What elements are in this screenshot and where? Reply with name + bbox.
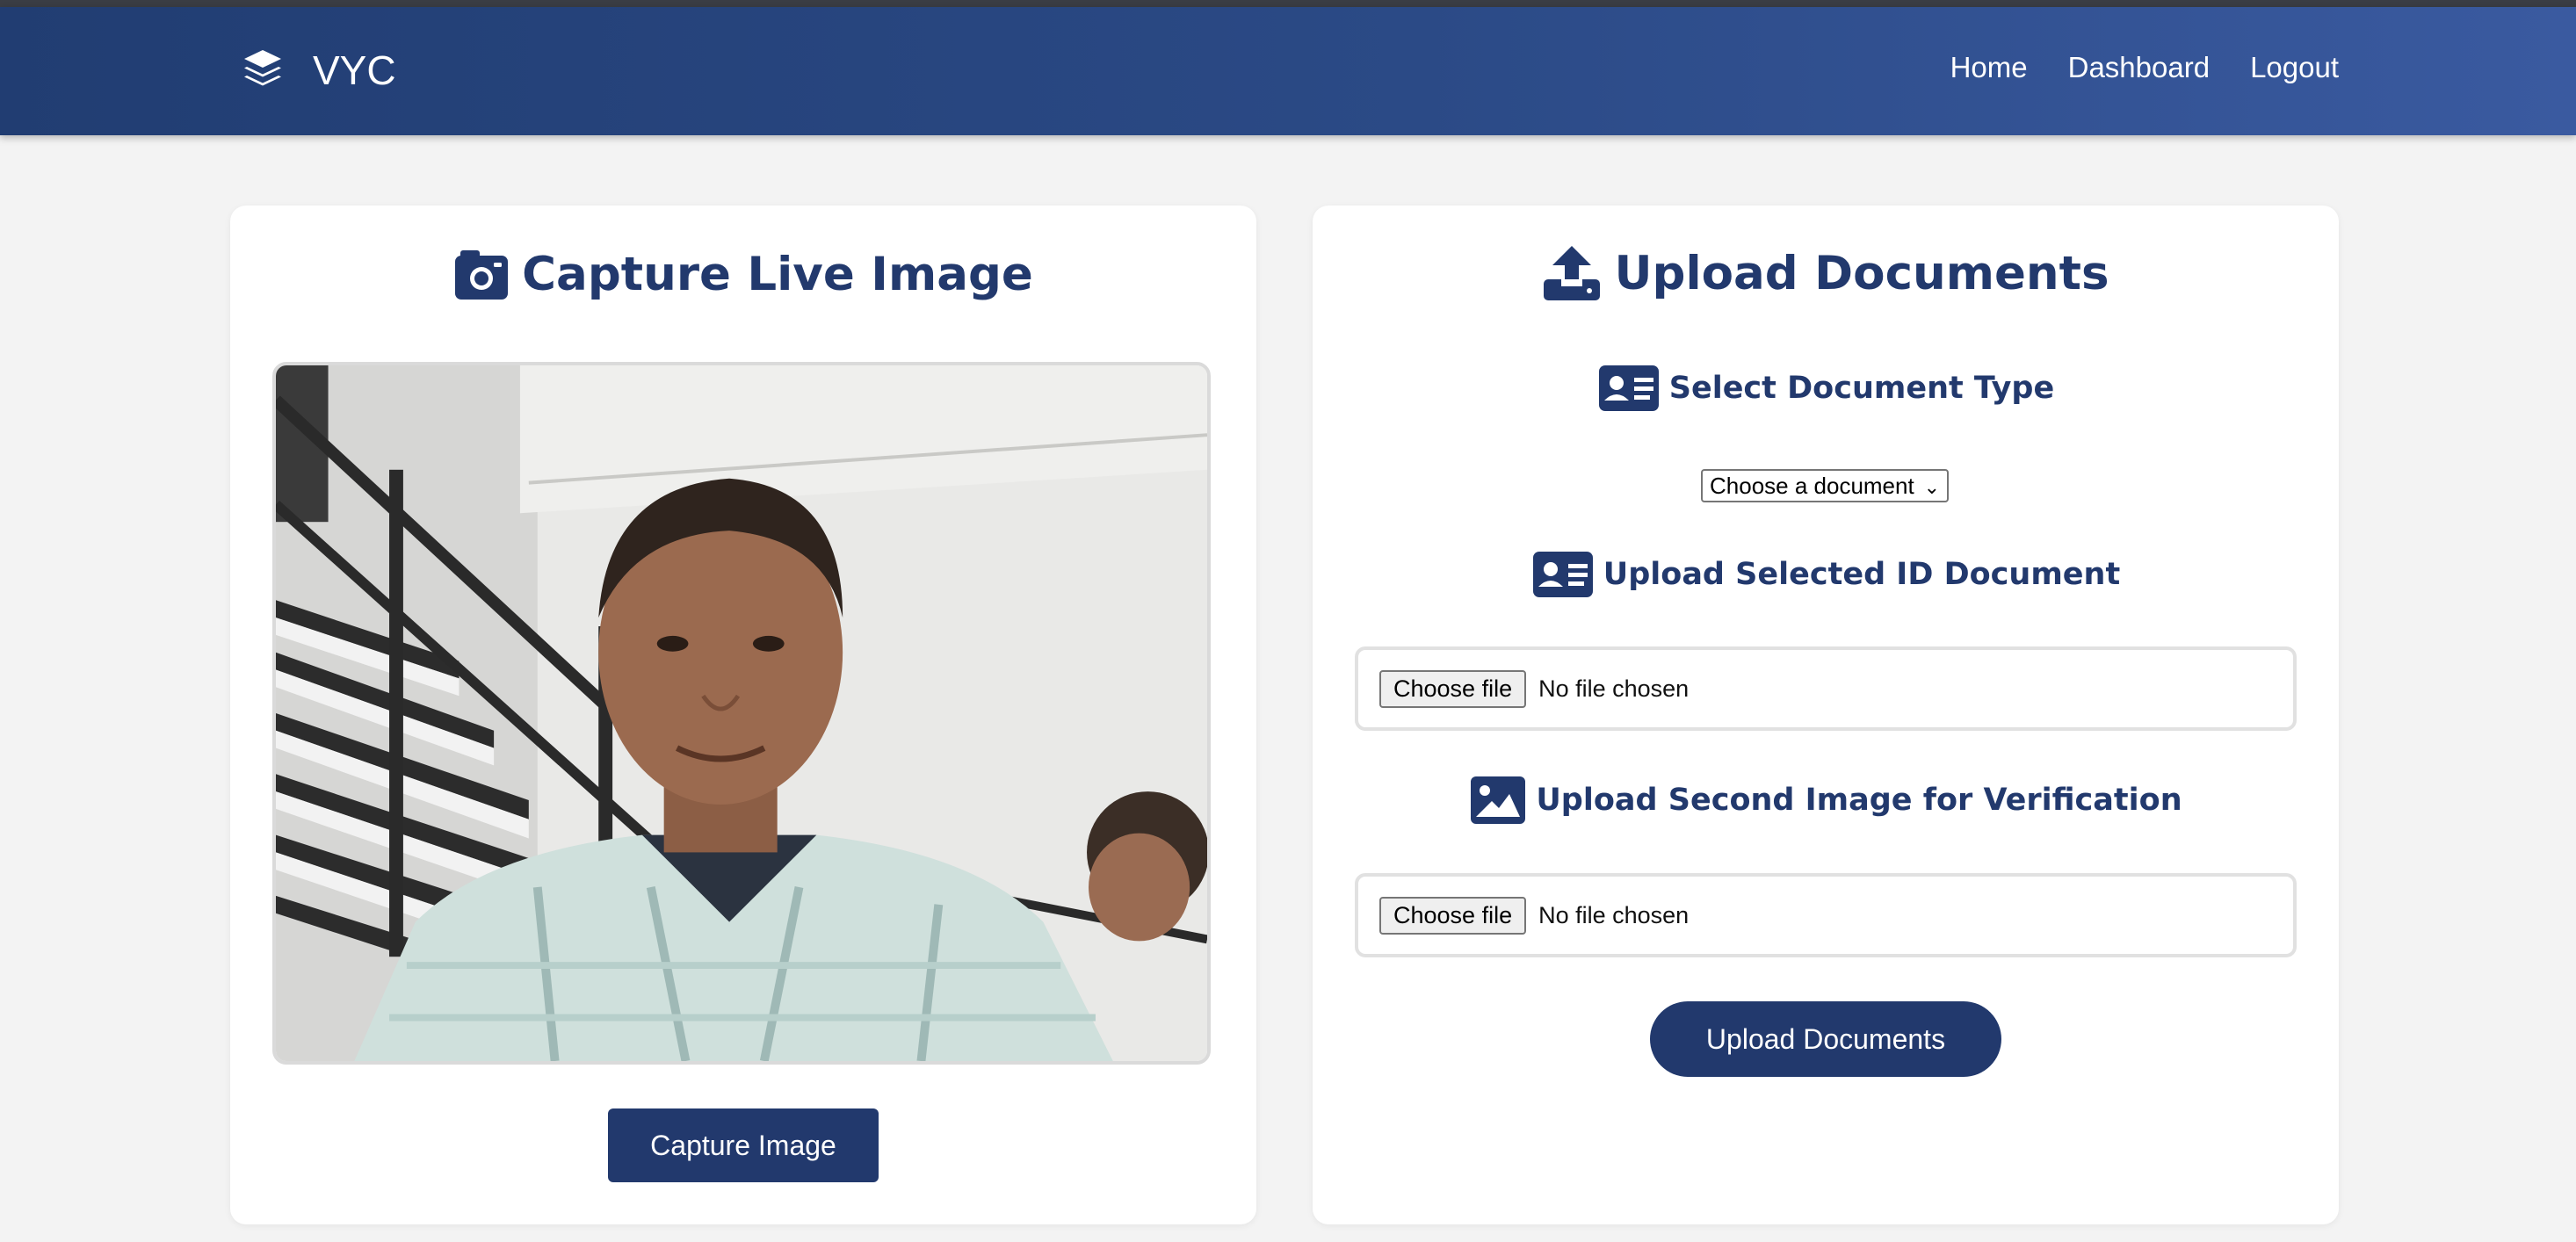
navbar: VYC Home Dashboard Logout: [0, 7, 2576, 135]
second-image-heading-row: Upload Second Image for Verification: [1313, 775, 2339, 826]
chevron-down-icon: ⌄: [1923, 476, 1940, 498]
browser-top-strip: [0, 0, 2576, 7]
id-document-file-input[interactable]: Choose file No file chosen: [1355, 646, 2297, 731]
second-image-file-input[interactable]: Choose file No file chosen: [1355, 873, 2297, 957]
id-card-icon: [1532, 552, 1593, 597]
id-choose-file-button[interactable]: Choose file: [1379, 669, 1527, 708]
id-card-icon: [1598, 365, 1659, 411]
select-doc-heading: Select Document Type: [1668, 371, 2055, 406]
upload-card: Upload Documents Select Document Type Ch…: [1313, 206, 2339, 1224]
layers-icon: [244, 50, 281, 86]
camera-icon: [455, 249, 509, 300]
nav-dashboard-link[interactable]: Dashboard: [2068, 51, 2210, 84]
capture-title: Capture Live Image: [522, 248, 1033, 301]
upload-icon: [1544, 246, 1601, 300]
upload-title-row: Upload Documents: [1313, 244, 2339, 302]
second-image-heading: Upload Second Image for Verification: [1536, 783, 2182, 818]
capture-card: Capture Live Image Capture Image: [230, 206, 1256, 1224]
nav-home-link[interactable]: Home: [1950, 51, 2028, 84]
document-type-select[interactable]: Choose a document ⌄: [1701, 469, 1949, 502]
brand-name: VYC: [313, 47, 396, 93]
document-type-select-value: Choose a document: [1710, 472, 1914, 499]
id-doc-heading-row: Upload Selected ID Document: [1313, 550, 2339, 599]
second-choose-file-button[interactable]: Choose file: [1379, 896, 1527, 935]
id-doc-heading: Upload Selected ID Document: [1603, 557, 2121, 592]
nav-logout-link[interactable]: Logout: [2250, 51, 2339, 84]
id-file-status: No file chosen: [1538, 675, 1690, 702]
select-doc-heading-row: Select Document Type: [1313, 364, 2339, 413]
image-icon: [1471, 776, 1526, 824]
upload-title: Upload Documents: [1614, 246, 2109, 300]
brand[interactable]: VYC: [239, 44, 396, 97]
upload-documents-button[interactable]: Upload Documents: [1650, 1001, 2001, 1077]
second-file-status: No file chosen: [1538, 901, 1690, 928]
nav-links: Home Dashboard Logout: [1950, 51, 2339, 84]
capture-title-row: Capture Live Image: [230, 248, 1256, 301]
live-camera-preview: [272, 362, 1211, 1065]
capture-image-button[interactable]: Capture Image: [608, 1108, 879, 1182]
